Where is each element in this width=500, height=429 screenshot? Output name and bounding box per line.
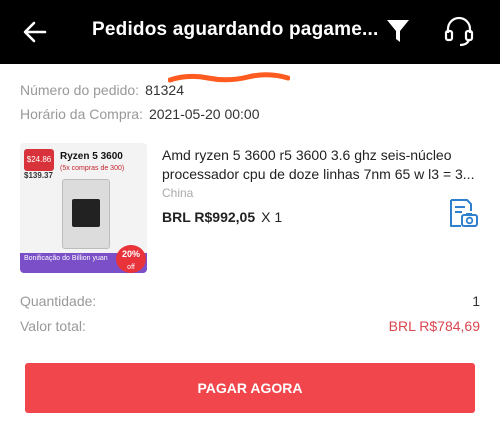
thumbnail-price: $139.37	[24, 171, 53, 180]
total-label: Valor total:	[20, 318, 86, 334]
order-number-value: 81324	[145, 82, 185, 98]
quantity-label: Quantidade:	[20, 293, 97, 309]
order-number-label: Número do pedido:	[20, 82, 140, 98]
cpu-chip-image	[72, 199, 100, 227]
thumbnail-price-tag: $24.86	[24, 149, 54, 171]
headset-icon	[444, 16, 474, 47]
order-number-row: Número do pedido: 81324	[20, 82, 184, 98]
purchase-time-row: Horário da Compra: 2021-05-20 00:00	[20, 106, 259, 122]
product-thumbnail[interactable]: $24.86 $139.37 Ryzen 5 3600 (5x compras …	[20, 143, 147, 273]
discount-badge: 20% off	[116, 245, 146, 273]
quantity-row: Quantidade: 1	[20, 293, 480, 309]
filter-button[interactable]	[385, 17, 411, 45]
filter-icon	[387, 20, 409, 42]
thumbnail-name: Ryzen 5 3600	[60, 151, 123, 162]
pay-now-button[interactable]: PAGAR AGORA	[25, 363, 475, 413]
total-row: Valor total: BRL R$784,69	[20, 318, 480, 334]
purchase-time-value: 2021-05-20 00:00	[148, 106, 260, 122]
quantity-value: 1	[472, 293, 480, 309]
support-button[interactable]	[442, 14, 476, 48]
arrow-left-icon	[23, 21, 47, 43]
purchase-time-label: Horário da Compra:	[20, 106, 143, 122]
discount-off: off	[127, 264, 135, 271]
product-price-row: BRL R$992,05 X 1	[162, 209, 282, 225]
discount-percent: 20%	[121, 249, 140, 259]
product-price: BRL R$992,05	[162, 209, 256, 225]
product-origin: China	[162, 186, 194, 200]
total-value: BRL R$784,69	[388, 318, 480, 334]
document-camera-icon	[450, 199, 478, 227]
back-button[interactable]	[20, 17, 50, 47]
product-title[interactable]: Amd ryzen 5 3600 r5 3600 3.6 ghz seis-nú…	[162, 146, 482, 184]
top-bar: Pedidos aguardando pagame...	[0, 0, 500, 64]
product-title-line2: processador cpu de doze linhas 7nm 65 w …	[162, 166, 475, 182]
redaction-scribble	[168, 72, 290, 83]
snapshot-button[interactable]	[447, 197, 479, 229]
page-title: Pedidos aguardando pagame...	[92, 19, 379, 40]
thumbnail-subtitle: (5x compras de 300)	[60, 165, 125, 172]
product-quantity: X 1	[261, 209, 283, 225]
product-title-line1: Amd ryzen 5 3600 r5 3600 3.6 ghz seis-nú…	[162, 147, 452, 163]
